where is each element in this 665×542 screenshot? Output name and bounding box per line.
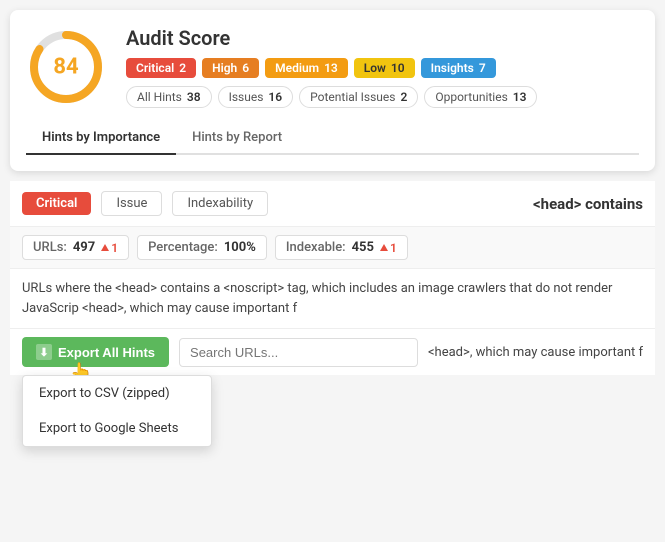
hint-category: Indexability [172,191,268,216]
stat-urls: URLs: 497 1 [22,235,129,260]
export-all-hints-button[interactable]: ⬇ Export All Hints [22,337,169,367]
export-dropdown-menu: Export to CSV (zipped) Export to Google … [22,375,212,447]
audit-card: 84 Audit Score Critical 2 High 6 Medium … [10,10,655,171]
audit-score: 84 [53,55,78,80]
hint-description: URLs where the <head> contains a <noscri… [10,269,655,329]
filter-potential-issues[interactable]: Potential Issues 2 [299,86,418,108]
search-urls-input[interactable] [179,338,418,367]
export-icon: ⬇ [36,344,52,360]
hint-severity-badge[interactable]: Critical [22,192,91,215]
export-csv-item[interactable]: Export to CSV (zipped) [23,376,211,411]
up-arrow-icon [101,244,109,251]
badge-critical[interactable]: Critical 2 [126,58,196,78]
stat-urls-delta: 1 [101,241,118,255]
filter-opportunities[interactable]: Opportunities 13 [424,86,537,108]
hint-title: <head> contains [533,195,643,213]
search-right-overflow-text: <head>, which may cause important f [428,345,643,360]
hint-header: Critical Issue Indexability <head> conta… [10,181,655,227]
header-right: Audit Score Critical 2 High 6 Medium 13 … [126,26,639,108]
up-arrow-icon-2 [380,244,388,251]
filter-all-hints[interactable]: All Hints 38 [126,86,212,108]
stat-indexable-delta: 1 [380,241,397,255]
audit-title: Audit Score [126,26,639,50]
tab-hints-by-importance[interactable]: Hints by Importance [26,122,176,155]
filter-issues[interactable]: Issues 16 [218,86,294,108]
badge-medium[interactable]: Medium 13 [265,58,348,78]
stat-percentage: Percentage: 100% [137,235,267,260]
stats-row: URLs: 497 1 Percentage: 100% Indexable: … [10,227,655,269]
hint-tag[interactable]: Issue [101,191,162,216]
badge-low[interactable]: Low 10 [354,58,415,78]
badge-insights[interactable]: Insights 7 [421,58,496,78]
header-row: 84 Audit Score Critical 2 High 6 Medium … [26,26,639,108]
content-area: Critical Issue Indexability <head> conta… [10,181,655,375]
filter-row: All Hints 38 Issues 16 Potential Issues … [126,86,639,108]
tab-hints-by-report[interactable]: Hints by Report [176,122,298,155]
badge-row: Critical 2 High 6 Medium 13 Low 10 Insig… [126,58,639,78]
badge-high[interactable]: High 6 [202,58,259,78]
tabs-row: Hints by Importance Hints by Report [26,122,639,155]
donut-chart: 84 [26,27,106,107]
stat-indexable: Indexable: 455 1 [275,235,408,260]
toolbar-row: ⬇ Export All Hints <head>, which may cau… [10,329,655,375]
export-google-sheets-item[interactable]: Export to Google Sheets [23,411,211,446]
